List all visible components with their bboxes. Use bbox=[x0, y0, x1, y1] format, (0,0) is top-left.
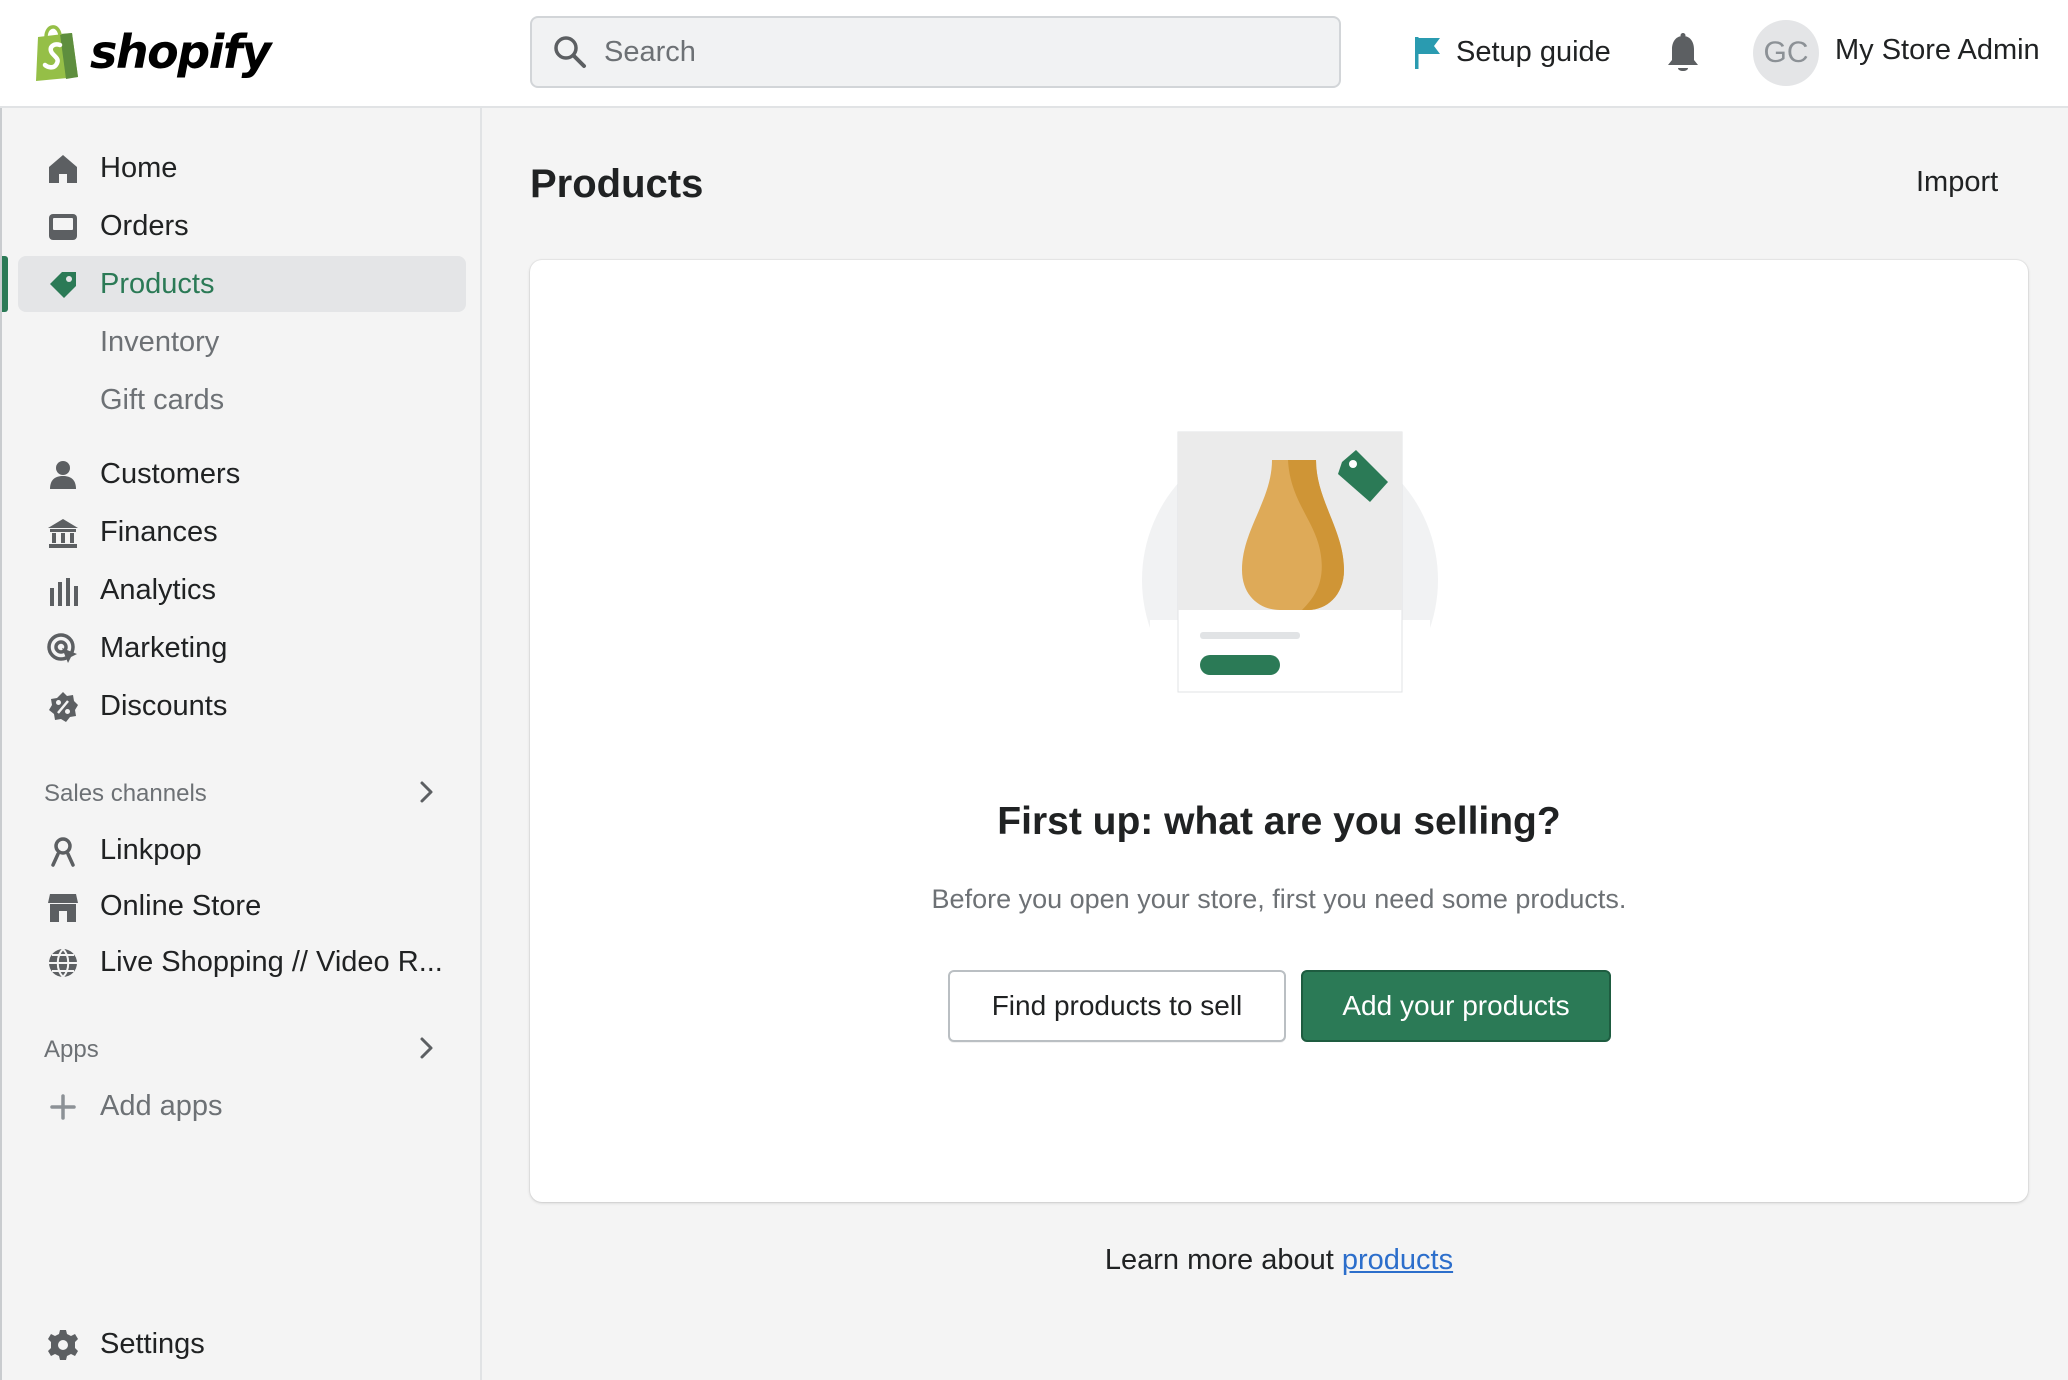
product-illustration bbox=[1142, 431, 1438, 730]
store-icon bbox=[48, 894, 78, 922]
person-icon bbox=[50, 461, 76, 489]
target-icon bbox=[47, 633, 77, 663]
products-help-link[interactable]: products bbox=[1342, 1244, 1453, 1276]
import-button[interactable]: Import bbox=[1916, 166, 1998, 199]
sidebar-item-label: Add apps bbox=[100, 1089, 223, 1122]
sidebar-item-label: Inventory bbox=[100, 325, 220, 358]
sidebar-item-marketing[interactable]: Marketing bbox=[18, 620, 466, 676]
sidebar-item-label: Marketing bbox=[100, 631, 228, 664]
globe-icon bbox=[49, 948, 77, 978]
bell-icon[interactable] bbox=[1664, 32, 1702, 76]
empty-state-heading: First up: what are you selling? bbox=[997, 800, 1561, 843]
learn-more-prefix: Learn more about bbox=[1104, 1244, 1342, 1276]
sidebar-item-settings[interactable]: Settings bbox=[18, 1316, 466, 1372]
sidebar-item-label: Finances bbox=[100, 515, 218, 548]
setup-guide-button[interactable]: Setup guide bbox=[1412, 30, 1611, 74]
learn-more-text: Learn more about products bbox=[530, 1244, 2028, 1277]
empty-state-subtext: Before you open your store, first you ne… bbox=[931, 884, 1627, 914]
plus-icon bbox=[50, 1094, 76, 1120]
add-products-button[interactable]: Add your products bbox=[1301, 970, 1611, 1042]
tag-icon bbox=[50, 272, 76, 298]
sidebar-item-label: Gift cards bbox=[100, 383, 225, 416]
sidebar-item-label: Live Shopping // Video R... bbox=[100, 945, 443, 978]
orders-icon bbox=[49, 214, 77, 240]
home-icon bbox=[49, 155, 77, 183]
sidebar-item-live-shopping[interactable]: Live Shopping // Video R... bbox=[18, 934, 466, 990]
sidebar-item-inventory[interactable]: Inventory bbox=[18, 314, 466, 370]
sidebar-item-label: Online Store bbox=[100, 889, 262, 922]
sidebar-item-label: Discounts bbox=[100, 689, 228, 722]
sidebar-item-label: Settings bbox=[100, 1327, 205, 1360]
sidebar-item-orders[interactable]: Orders bbox=[18, 198, 466, 254]
active-indicator bbox=[2, 256, 8, 312]
top-bar: shopify Setup guide GC My Store Admin bbox=[0, 0, 2068, 108]
sidebar-item-label: Customers bbox=[100, 457, 241, 490]
sidebar-item-customers[interactable]: Customers bbox=[18, 446, 466, 502]
sidebar-item-label: Analytics bbox=[100, 573, 217, 606]
find-products-button[interactable]: Find products to sell bbox=[948, 970, 1286, 1042]
linkpop-icon bbox=[51, 837, 75, 867]
flag-icon bbox=[1415, 37, 1440, 69]
sidebar-item-gift-cards[interactable]: Gift cards bbox=[18, 372, 466, 428]
chevron-right-icon[interactable] bbox=[416, 778, 438, 806]
sidebar-item-discounts[interactable]: Discounts bbox=[18, 678, 466, 734]
sidebar-item-linkpop[interactable]: Linkpop bbox=[18, 822, 466, 878]
page-title: Products bbox=[530, 162, 704, 206]
sidebar-item-label: Products bbox=[100, 267, 215, 300]
sidebar-item-add-apps[interactable]: Add apps bbox=[18, 1078, 466, 1134]
sales-channels-title: Sales channels bbox=[44, 780, 207, 807]
apps-title: Apps bbox=[44, 1036, 99, 1063]
sidebar: Home Orders Products Inventory Gift card… bbox=[0, 108, 482, 1380]
sidebar-item-home[interactable]: Home bbox=[18, 140, 466, 196]
empty-state-card: First up: what are you selling? Before y… bbox=[530, 260, 2028, 1202]
search-bar[interactable] bbox=[530, 16, 1341, 88]
bank-icon bbox=[48, 519, 78, 548]
sidebar-item-label: Home bbox=[100, 151, 178, 184]
chevron-right-icon[interactable] bbox=[416, 1034, 438, 1062]
sidebar-item-label: Linkpop bbox=[100, 833, 202, 866]
sidebar-item-label: Orders bbox=[100, 209, 189, 242]
store-name[interactable]: My Store Admin bbox=[1835, 34, 2040, 67]
search-icon bbox=[554, 36, 586, 68]
sidebar-item-analytics[interactable]: Analytics bbox=[18, 562, 466, 618]
logo-text: shopify bbox=[90, 25, 271, 79]
avatar[interactable]: GC bbox=[1753, 20, 1819, 86]
search-input[interactable] bbox=[604, 28, 1324, 76]
discount-icon bbox=[49, 692, 78, 722]
setup-guide-label: Setup guide bbox=[1456, 35, 1611, 68]
sidebar-item-products[interactable]: Products bbox=[18, 256, 466, 312]
shopify-bag-icon bbox=[36, 25, 78, 81]
sidebar-item-online-store[interactable]: Online Store bbox=[18, 878, 466, 934]
bar-chart-icon bbox=[50, 578, 78, 606]
sidebar-item-finances[interactable]: Finances bbox=[18, 504, 466, 560]
shopify-logo[interactable]: shopify bbox=[32, 22, 271, 82]
gear-icon bbox=[48, 1330, 78, 1360]
